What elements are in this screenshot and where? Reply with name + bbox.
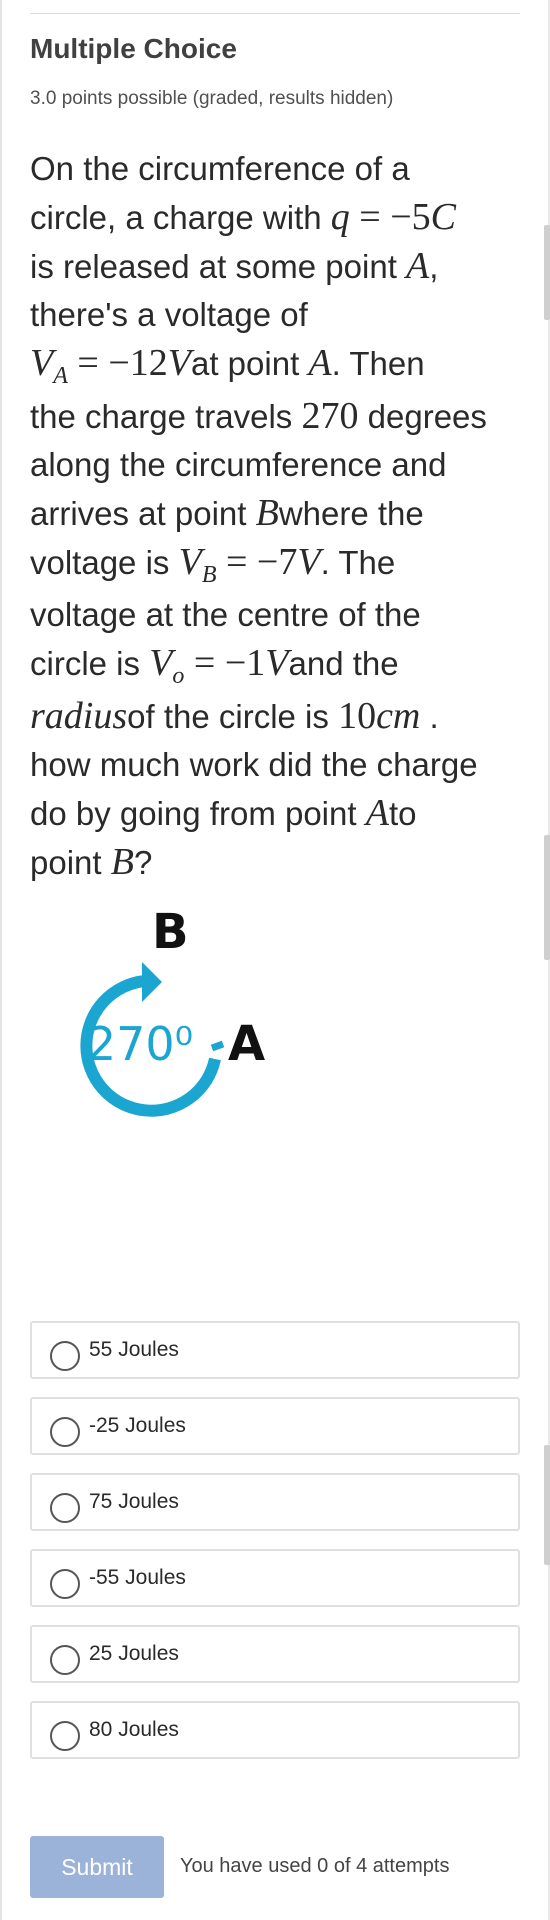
points-possible: 3.0 points possible (graded, results hid… (30, 88, 394, 109)
problem-heading: Multiple Choice (30, 33, 237, 64)
question-line: voltage at the centre of the (30, 596, 421, 633)
angle-label: 270⁰ (87, 1017, 193, 1071)
question-line: arrives at point Bwhere the (30, 492, 424, 534)
question-line: VA = −12Vat point A. Then (30, 342, 425, 389)
question-line: how much work did the charge (30, 746, 478, 783)
answer-label[interactable]: 80 Joules (89, 1718, 179, 1742)
question-line: circle, a charge with q = −5C (30, 196, 457, 238)
question-line: point B? (30, 841, 153, 883)
question-text: On the circumference of a circle, a char… (30, 145, 525, 887)
answer-option[interactable]: -25 Joules (30, 1397, 520, 1455)
answer-label[interactable]: 55 Joules (89, 1338, 179, 1362)
radio-button-icon[interactable] (50, 1417, 80, 1447)
answer-option[interactable]: 55 Joules (30, 1321, 520, 1379)
rotation-diagram: 270⁰ B A (80, 904, 265, 1117)
answer-options: 55 Joules -25 Joules 75 Joules -55 Joule… (30, 1321, 520, 1777)
answer-option[interactable]: 75 Joules (30, 1473, 520, 1531)
radio-button-icon[interactable] (50, 1493, 80, 1523)
answer-option[interactable]: 25 Joules (30, 1625, 520, 1683)
radio-button-icon[interactable] (50, 1569, 80, 1599)
radio-button-icon[interactable] (50, 1341, 80, 1371)
scroll-indicator[interactable] (544, 225, 550, 320)
answer-option[interactable]: 80 Joules (30, 1701, 520, 1759)
scroll-indicator[interactable] (544, 1445, 550, 1565)
question-line: do by going from point Ato (30, 792, 417, 834)
question-line: along the circumference and (30, 446, 447, 483)
arc-end-mark (210, 1040, 225, 1052)
submit-button[interactable]: Submit (30, 1836, 164, 1898)
radio-button-icon[interactable] (50, 1645, 80, 1675)
attempts-counter: You have used 0 of 4 attempts (180, 1855, 450, 1877)
arrowhead-icon (142, 962, 162, 1002)
scroll-indicator[interactable] (544, 835, 550, 960)
answer-label[interactable]: 75 Joules (89, 1490, 179, 1514)
question-line: circle is Vo = −1Vand the (30, 642, 399, 689)
radio-button-icon[interactable] (50, 1721, 80, 1751)
point-b-label: B (152, 904, 189, 960)
question-line: is released at some point A, (30, 245, 439, 287)
answer-label[interactable]: -25 Joules (89, 1414, 186, 1438)
answer-label[interactable]: 25 Joules (89, 1642, 179, 1666)
question-line: there's a voltage of (30, 296, 308, 333)
answer-label[interactable]: -55 Joules (89, 1566, 186, 1590)
question-line: the charge travels 270 degrees (30, 395, 487, 437)
point-a-label: A (228, 1016, 265, 1072)
question-line: On the circumference of a (30, 150, 410, 187)
answer-option[interactable]: -55 Joules (30, 1549, 520, 1607)
page-left-border (0, 0, 2, 1920)
question-line: radiusof the circle is 10cm . (30, 695, 439, 737)
divider (30, 13, 520, 14)
question-line: voltage is VB = −7V. The (30, 541, 396, 588)
